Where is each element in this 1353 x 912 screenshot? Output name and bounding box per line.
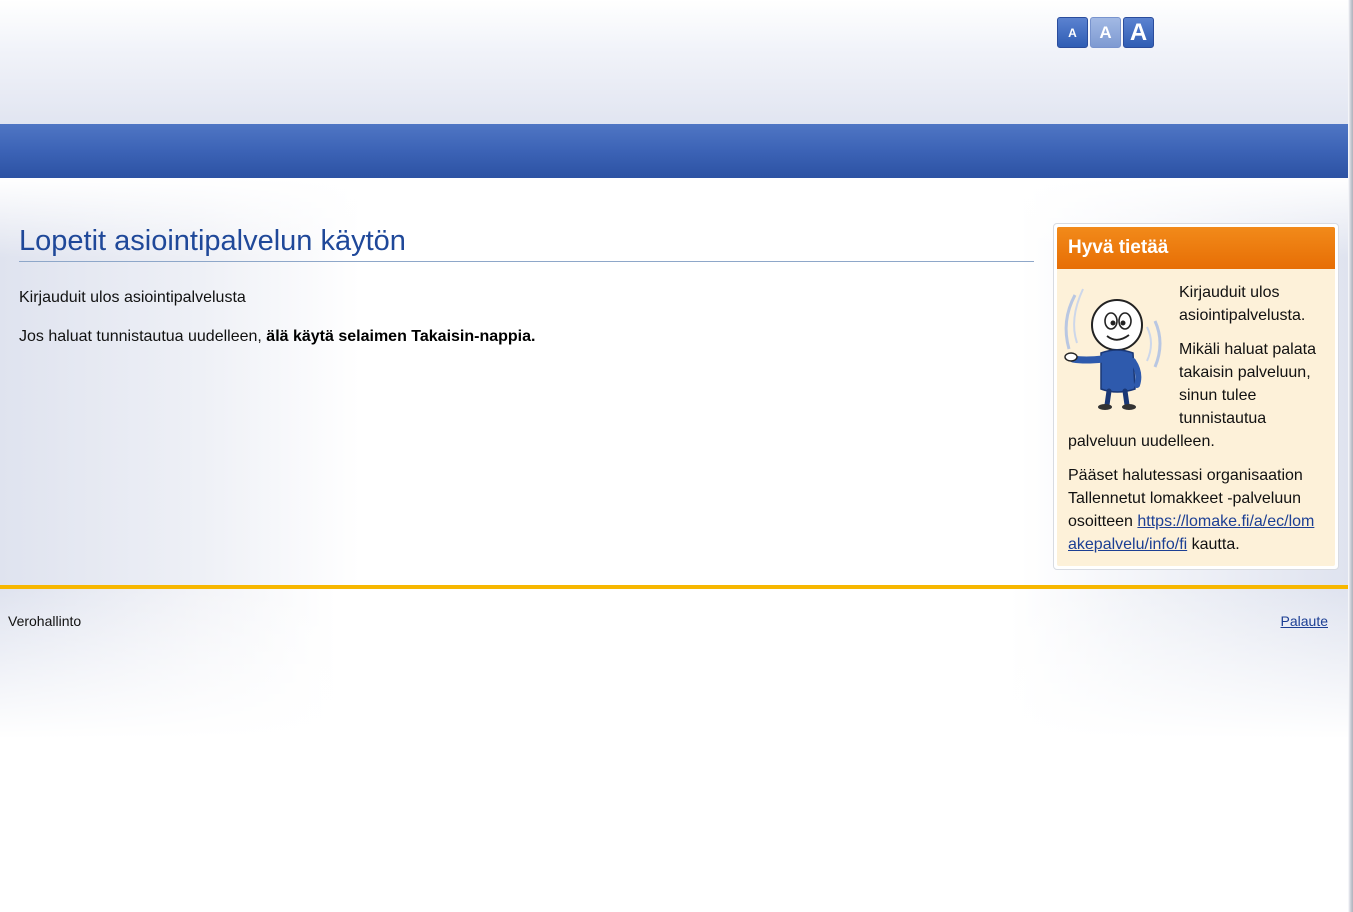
feedback-link[interactable]: Palaute <box>1281 613 1328 629</box>
page: A A A Lopetit asiointipalvelun käytön Ki… <box>0 0 1348 912</box>
font-size-large-button[interactable]: A <box>1123 17 1154 48</box>
font-size-small-button[interactable]: A <box>1057 17 1088 48</box>
logout-message: Kirjauduit ulos asiointipalvelusta <box>19 289 246 306</box>
mascot-illustration <box>1064 288 1162 410</box>
content-area: Lopetit asiointipalvelun käytön Kirjaudu… <box>0 178 1348 585</box>
info-box: Hyvä tietää Kirjauduit ulos asiointipalv… <box>1053 223 1339 570</box>
reauth-prefix: Jos haluat tunnistautua uudelleen, <box>19 328 267 345</box>
info-box-header: Hyvä tietää <box>1057 227 1335 269</box>
info-box-body: Kirjauduit ulos asiointipalvelusta. Mikä… <box>1057 269 1335 556</box>
header: A A A <box>0 0 1348 124</box>
font-size-controls: A A A <box>1057 17 1154 48</box>
main-content: Lopetit asiointipalvelun käytön Kirjaudu… <box>19 222 1034 347</box>
footer-org-name: Verohallinto <box>8 613 82 629</box>
page-title: Lopetit asiointipalvelun käytön <box>19 222 1034 262</box>
font-size-medium-button[interactable]: A <box>1090 17 1121 48</box>
footer: Verohallinto Palaute <box>0 589 1348 739</box>
reauth-message: Jos haluat tunnistautua uudelleen, älä k… <box>19 327 1034 347</box>
info-para-saved-forms-suffix: kautta. <box>1187 536 1240 553</box>
info-box-inner: Hyvä tietää Kirjauduit ulos asiointipalv… <box>1057 227 1335 566</box>
window-edge <box>1348 0 1353 912</box>
navigation-bar <box>0 124 1348 178</box>
reauth-warning: älä käytä selaimen Takaisin-nappia. <box>266 328 536 345</box>
info-para-saved-forms: Pääset halutessasi organisaation Tallenn… <box>1068 464 1323 556</box>
